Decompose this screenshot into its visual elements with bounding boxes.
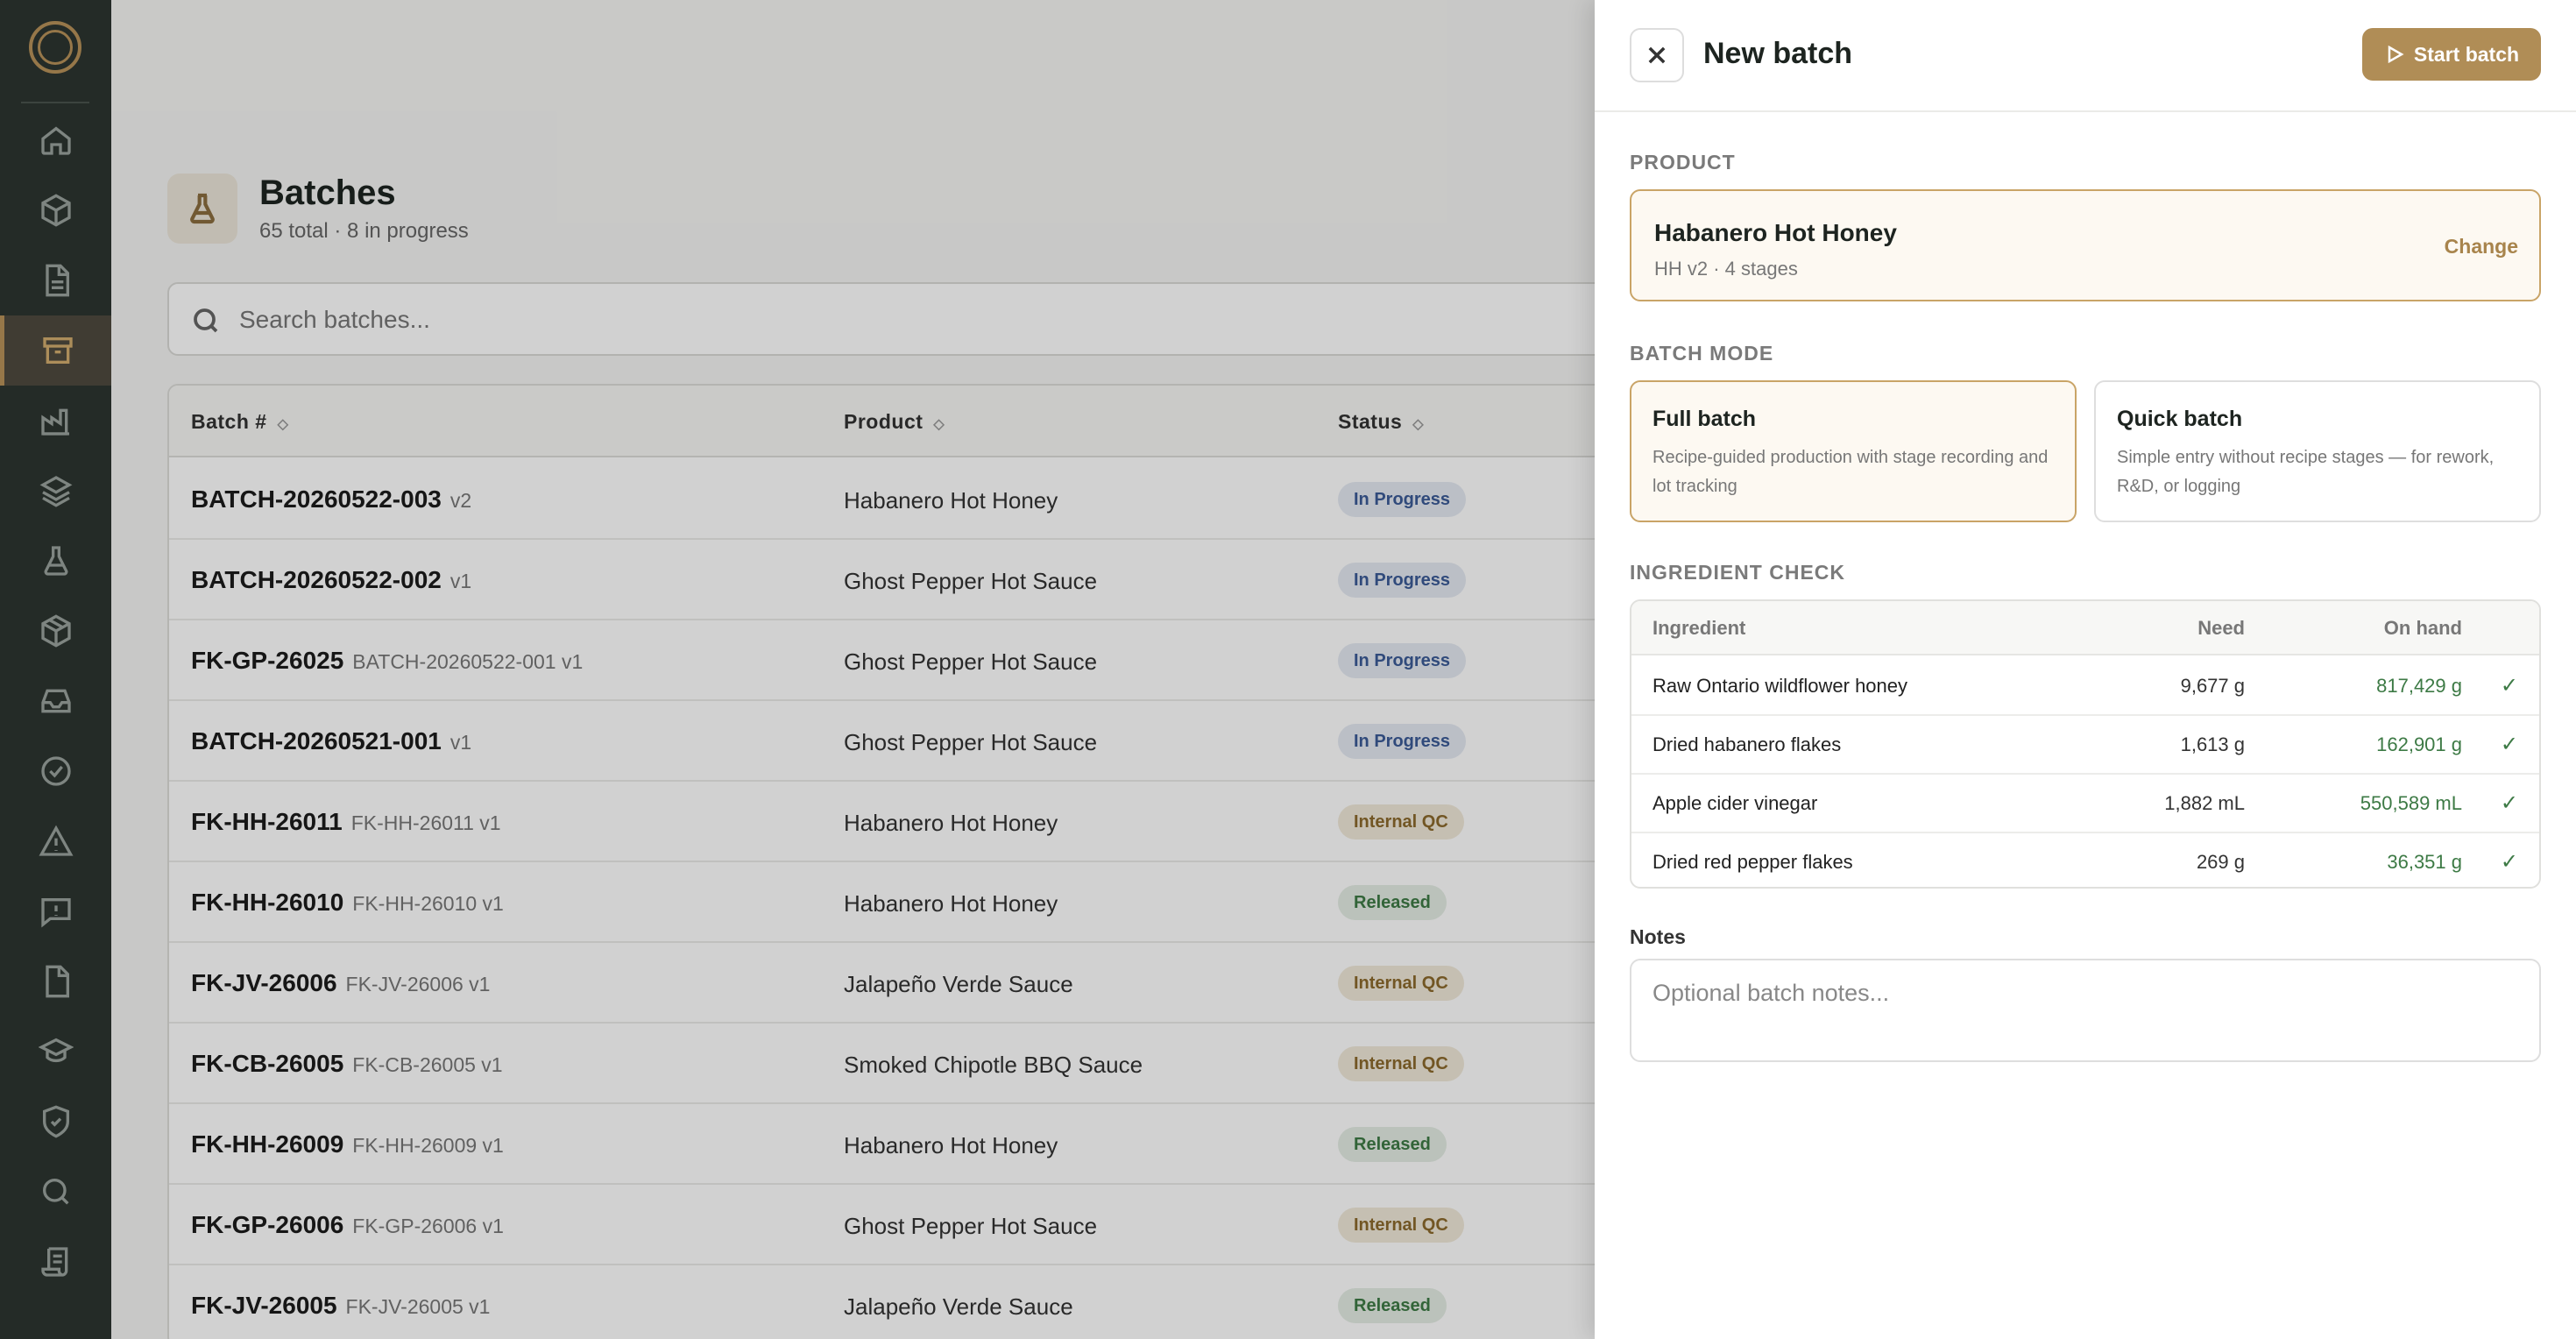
change-product-link[interactable]: Change	[2445, 235, 2518, 259]
ingredient-name: Apple cider vinegar	[1652, 792, 1818, 814]
drawer-title: New batch	[1703, 37, 1853, 70]
start-batch-button[interactable]: Start batch	[2362, 28, 2541, 81]
ingredient-table-header: Ingredient Need On hand	[1631, 601, 2539, 655]
check-icon: ✓	[2500, 791, 2518, 815]
check-icon: ✓	[2500, 733, 2518, 756]
ingredient-row: Apple cider vinegar 1,882 mL 550,589 mL ✓	[1631, 775, 2539, 833]
product-section-label: PRODUCT	[1630, 151, 1736, 174]
notes-textarea[interactable]	[1630, 959, 2541, 1062]
ingredient-row: Raw Ontario wildflower honey 9,677 g 817,4…	[1631, 657, 2539, 716]
mode-title: Full batch	[1652, 407, 1757, 431]
new-batch-drawer: New batch Start batch PRODUCT Habanero H…	[1595, 0, 2576, 1339]
ingredient-row: Dried red pepper flakes 269 g 36,351 g ✓	[1631, 833, 2539, 887]
ingredient-name: Dried red pepper flakes	[1652, 851, 1853, 873]
product-card[interactable]: Habanero Hot Honey HH v2 · 4 stages Chan…	[1630, 189, 2541, 301]
notes-label: Notes	[1630, 925, 1686, 948]
ingredient-need: 9,677 g	[2180, 675, 2245, 697]
close-icon	[1648, 46, 1666, 64]
on-hand-column-header: On hand	[2383, 617, 2462, 639]
product-name: Habanero Hot Honey	[1654, 219, 1897, 246]
mode-description: Recipe-guided production with stage reco…	[1652, 448, 2049, 496]
product-meta: HH v2 · 4 stages	[1654, 258, 1798, 280]
check-icon: ✓	[2500, 850, 2518, 874]
ingredient-on-hand: 162,901 g	[2376, 733, 2462, 755]
ingredient-on-hand: 36,351 g	[2387, 851, 2462, 873]
mode-full-batch[interactable]: Full batch Recipe-guided production with…	[1630, 380, 2077, 522]
ingredient-name: Raw Ontario wildflower honey	[1652, 675, 1908, 697]
play-icon	[2388, 45, 2404, 64]
ingredient-need: 269 g	[2196, 851, 2245, 873]
mode-title: Quick batch	[2117, 407, 2243, 431]
drawer-header: New batch Start batch	[1595, 0, 2576, 112]
ingredient-on-hand: 550,589 mL	[2360, 792, 2462, 814]
ingredient-on-hand: 817,429 g	[2376, 675, 2462, 697]
ingredient-need: 1,882 mL	[2164, 792, 2245, 814]
ingredient-name: Dried habanero flakes	[1652, 733, 1842, 755]
ingredient-column-header: Ingredient	[1652, 617, 1746, 639]
start-batch-label: Start batch	[2413, 42, 2520, 66]
need-column-header: Need	[2197, 617, 2245, 639]
mode-description: Simple entry without recipe stages — for…	[2117, 448, 2495, 496]
mode-quick-batch[interactable]: Quick batch Simple entry without recipe …	[2094, 380, 2541, 522]
close-button[interactable]	[1630, 28, 1684, 82]
ingredient-need: 1,613 g	[2180, 733, 2245, 755]
ingredient-check-section-label: INGREDIENT CHECK	[1630, 561, 1846, 584]
check-icon: ✓	[2500, 674, 2518, 698]
ingredient-check-table: Ingredient Need On hand Raw Ontario wild…	[1630, 599, 2541, 889]
ingredient-row: Dried habanero flakes 1,613 g 162,901 g ✓	[1631, 716, 2539, 775]
batch-mode-section-label: BATCH MODE	[1630, 342, 1774, 365]
